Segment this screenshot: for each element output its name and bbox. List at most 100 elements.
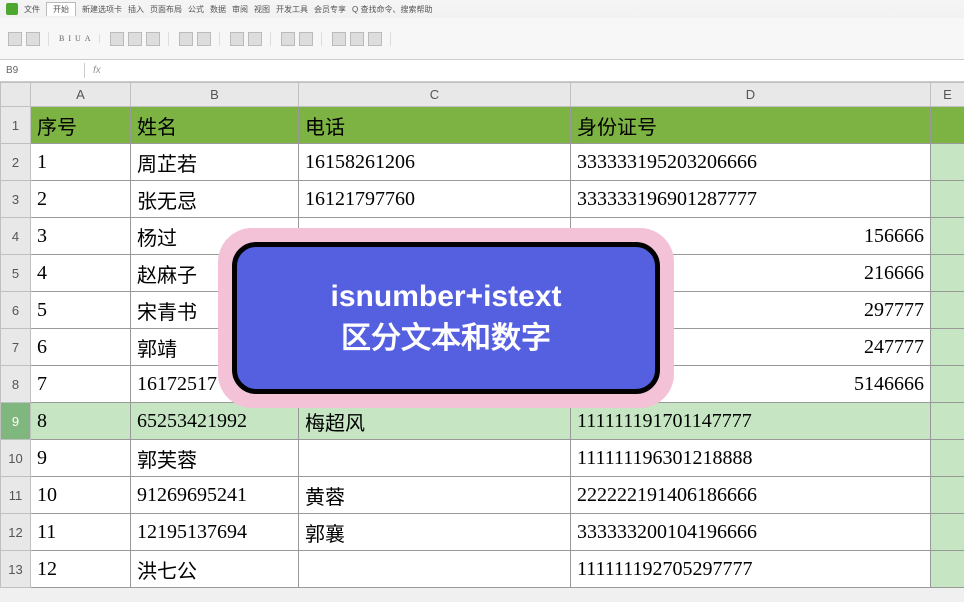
select-all-corner[interactable] [1,83,31,107]
bold-button[interactable]: B [59,34,64,43]
cell-a[interactable]: 5 [31,292,131,329]
cell-a[interactable]: 8 [31,403,131,440]
cell-e[interactable] [931,107,964,144]
sum-icon[interactable] [332,32,346,46]
align-right-icon[interactable] [146,32,160,46]
align-center-icon[interactable] [128,32,142,46]
row-header[interactable]: 9 [1,403,31,440]
tab-vip[interactable]: 会员专享 [314,4,346,15]
col-header-c[interactable]: C [299,83,571,107]
cell-a[interactable]: 序号 [31,107,131,144]
cell-e[interactable] [931,255,964,292]
cell-b[interactable]: 65253421992 [131,403,299,440]
row-header[interactable]: 4 [1,218,31,255]
cell-b[interactable]: 12195137694 [131,514,299,551]
cell-b[interactable]: 周芷若 [131,144,299,181]
cell-a[interactable]: 9 [31,440,131,477]
font-color-button[interactable]: A [85,34,91,43]
col-header-b[interactable]: B [131,83,299,107]
cell-e[interactable] [931,144,964,181]
cell-e[interactable] [931,366,964,403]
sort-icon[interactable] [350,32,364,46]
cell-d[interactable]: 333333200104196666 [571,514,931,551]
wrap-icon[interactable] [197,32,211,46]
tab-insert[interactable]: 插入 [128,4,144,15]
cell-e[interactable] [931,181,964,218]
cell-c[interactable]: 梅超风 [299,403,571,440]
tab-layout[interactable]: 页面布局 [150,4,182,15]
cell-a[interactable]: 12 [31,551,131,588]
row-header[interactable]: 12 [1,514,31,551]
cell-a[interactable]: 4 [31,255,131,292]
cell-e[interactable] [931,551,964,588]
conditional-fmt-icon[interactable] [281,32,295,46]
cell-d[interactable]: 333333196901287777 [571,181,931,218]
cell-c[interactable]: 16158261206 [299,144,571,181]
cell-c[interactable]: 16121797760 [299,181,571,218]
cell-a[interactable]: 6 [31,329,131,366]
filter-icon[interactable] [368,32,382,46]
currency-icon[interactable] [248,32,262,46]
italic-button[interactable]: I [68,34,71,43]
cell-e[interactable] [931,292,964,329]
col-header-a[interactable]: A [31,83,131,107]
cut-icon[interactable] [26,32,40,46]
row-header[interactable]: 1 [1,107,31,144]
cell-e[interactable] [931,477,964,514]
row-header[interactable]: 2 [1,144,31,181]
name-box[interactable]: B9 [0,63,85,78]
tab-data[interactable]: 数据 [210,4,226,15]
cell-d[interactable]: 111111191701147777 [571,403,931,440]
cell-e[interactable] [931,218,964,255]
cell-a[interactable]: 2 [31,181,131,218]
col-header-d[interactable]: D [571,83,931,107]
align-left-icon[interactable] [110,32,124,46]
cell-a[interactable]: 11 [31,514,131,551]
tab-new[interactable]: 新建选项卡 [82,4,122,15]
cell-a[interactable]: 3 [31,218,131,255]
cell-b[interactable]: 姓名 [131,107,299,144]
cell-b[interactable]: 洪七公 [131,551,299,588]
col-header-e[interactable]: E [931,83,964,107]
tab-home[interactable]: 开始 [46,2,76,16]
cell-d[interactable]: 111111192705297777 [571,551,931,588]
cell-d[interactable]: 身份证号 [571,107,931,144]
cell-e[interactable] [931,329,964,366]
cell-e[interactable] [931,440,964,477]
row-header[interactable]: 6 [1,292,31,329]
tab-formula[interactable]: 公式 [188,4,204,15]
cell-b[interactable]: 郭芙蓉 [131,440,299,477]
paste-icon[interactable] [8,32,22,46]
row-header[interactable]: 8 [1,366,31,403]
row-header[interactable]: 11 [1,477,31,514]
row-header[interactable]: 13 [1,551,31,588]
underline-button[interactable]: U [75,34,81,43]
cell-d[interactable]: 222222191406186666 [571,477,931,514]
merge-icon[interactable] [179,32,193,46]
cell-c[interactable] [299,551,571,588]
cell-b[interactable]: 91269695241 [131,477,299,514]
cell-b[interactable]: 张无忌 [131,181,299,218]
row-header[interactable]: 7 [1,329,31,366]
cell-c[interactable]: 电话 [299,107,571,144]
cell-e[interactable] [931,403,964,440]
row-header[interactable]: 3 [1,181,31,218]
cell-a[interactable]: 7 [31,366,131,403]
cell-d[interactable]: 333333195203206666 [571,144,931,181]
tab-dev[interactable]: 开发工具 [276,4,308,15]
format-icon[interactable] [230,32,244,46]
row-header[interactable]: 10 [1,440,31,477]
row-header[interactable]: 5 [1,255,31,292]
cell-d[interactable]: 111111196301218888 [571,440,931,477]
cell-c[interactable]: 郭襄 [299,514,571,551]
cell-a[interactable]: 10 [31,477,131,514]
cell-e[interactable] [931,514,964,551]
search-box[interactable]: Q 查找命令、搜索帮助 [352,4,432,15]
tab-view[interactable]: 视图 [254,4,270,15]
table-fmt-icon[interactable] [299,32,313,46]
cell-c[interactable] [299,440,571,477]
cell-a[interactable]: 1 [31,144,131,181]
tab-file[interactable]: 文件 [24,4,40,15]
fx-icon[interactable]: fx [85,65,109,76]
tab-review[interactable]: 审阅 [232,4,248,15]
